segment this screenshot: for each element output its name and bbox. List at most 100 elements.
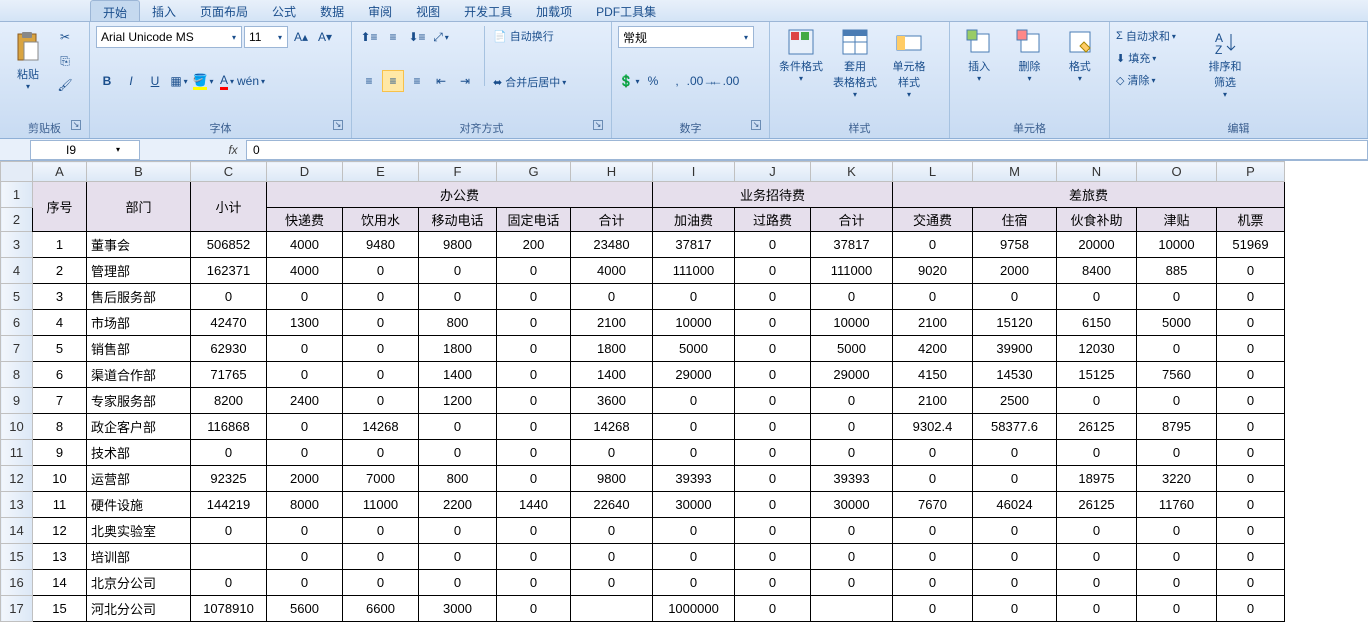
- cell[interactable]: 售后服务部: [87, 284, 191, 310]
- cell[interactable]: 14: [33, 570, 87, 596]
- cell[interactable]: 0: [735, 388, 811, 414]
- tab-视图[interactable]: 视图: [404, 0, 452, 21]
- cell[interactable]: 0: [973, 544, 1057, 570]
- cell[interactable]: 30000: [811, 492, 893, 518]
- cell[interactable]: 15125: [1057, 362, 1137, 388]
- cell[interactable]: 技术部: [87, 440, 191, 466]
- cell[interactable]: 0: [811, 414, 893, 440]
- col-header-C[interactable]: C: [191, 162, 267, 182]
- align-bottom-button[interactable]: ⬇≡: [406, 26, 428, 48]
- cell[interactable]: 0: [1217, 440, 1285, 466]
- cell[interactable]: 800: [419, 310, 497, 336]
- cell[interactable]: 运营部: [87, 466, 191, 492]
- orientation-button[interactable]: ⤢: [430, 26, 452, 48]
- cell[interactable]: 14530: [973, 362, 1057, 388]
- cell[interactable]: 0: [735, 492, 811, 518]
- cell[interactable]: 200: [497, 232, 571, 258]
- cell[interactable]: 0: [571, 544, 653, 570]
- align-left-button[interactable]: ≡: [358, 70, 380, 92]
- cell[interactable]: 0: [735, 336, 811, 362]
- row-header-14[interactable]: 14: [1, 518, 33, 544]
- cell[interactable]: 1800: [419, 336, 497, 362]
- cell[interactable]: 4200: [893, 336, 973, 362]
- cell[interactable]: 1800: [571, 336, 653, 362]
- cell[interactable]: 9758: [973, 232, 1057, 258]
- col-header-D[interactable]: D: [267, 162, 343, 182]
- cell[interactable]: 0: [1217, 284, 1285, 310]
- cell[interactable]: 11: [33, 492, 87, 518]
- cell[interactable]: 15120: [973, 310, 1057, 336]
- cell[interactable]: 162371: [191, 258, 267, 284]
- cell[interactable]: 0: [653, 414, 735, 440]
- copy-button[interactable]: ⎘: [54, 50, 76, 72]
- cell[interactable]: 1: [33, 232, 87, 258]
- cell[interactable]: 8400: [1057, 258, 1137, 284]
- cell[interactable]: 2400: [267, 388, 343, 414]
- cell[interactable]: 北奥实验室: [87, 518, 191, 544]
- decrease-decimal-button[interactable]: ←.00: [714, 70, 736, 92]
- cell[interactable]: 董事会: [87, 232, 191, 258]
- cell[interactable]: 0: [267, 544, 343, 570]
- row-header-3[interactable]: 3: [1, 232, 33, 258]
- tab-开始[interactable]: 开始: [90, 0, 140, 21]
- fx-button[interactable]: fx: [220, 143, 246, 157]
- col-header-B[interactable]: B: [87, 162, 191, 182]
- cell[interactable]: 0: [191, 570, 267, 596]
- cell[interactable]: 0: [497, 362, 571, 388]
- tab-页面布局[interactable]: 页面布局: [188, 0, 260, 21]
- cell[interactable]: 0: [343, 310, 419, 336]
- cell[interactable]: 0: [343, 440, 419, 466]
- cell[interactable]: 0: [267, 336, 343, 362]
- cell[interactable]: 北京分公司: [87, 570, 191, 596]
- cell[interactable]: 8000: [267, 492, 343, 518]
- wrap-text-button[interactable]: 📄 自动换行: [493, 26, 566, 46]
- cell[interactable]: 0: [735, 232, 811, 258]
- cell[interactable]: 0: [811, 440, 893, 466]
- row-header-10[interactable]: 10: [1, 414, 33, 440]
- cell[interactable]: 0: [1217, 544, 1285, 570]
- cell[interactable]: 6600: [343, 596, 419, 622]
- tab-数据[interactable]: 数据: [308, 0, 356, 21]
- cell[interactable]: 7: [33, 388, 87, 414]
- cell[interactable]: 0: [1217, 258, 1285, 284]
- cell[interactable]: 0: [973, 440, 1057, 466]
- col-header-I[interactable]: I: [653, 162, 735, 182]
- col-header-O[interactable]: O: [1137, 162, 1217, 182]
- row-header-15[interactable]: 15: [1, 544, 33, 570]
- align-top-button[interactable]: ⬆≡: [358, 26, 380, 48]
- cell[interactable]: 5600: [267, 596, 343, 622]
- decrease-indent-button[interactable]: ⇤: [430, 70, 452, 92]
- col-header-A[interactable]: A: [33, 162, 87, 182]
- cell[interactable]: 6150: [1057, 310, 1137, 336]
- cell[interactable]: 2100: [893, 310, 973, 336]
- cell[interactable]: 0: [1057, 596, 1137, 622]
- cell[interactable]: 62930: [191, 336, 267, 362]
- cell[interactable]: 0: [735, 362, 811, 388]
- row-header-16[interactable]: 16: [1, 570, 33, 596]
- italic-button[interactable]: I: [120, 70, 142, 92]
- cell[interactable]: 0: [653, 518, 735, 544]
- tab-审阅[interactable]: 审阅: [356, 0, 404, 21]
- chevron-down-icon[interactable]: ▾: [739, 33, 753, 42]
- cell[interactable]: 0: [343, 570, 419, 596]
- cell[interactable]: 0: [497, 388, 571, 414]
- row-header-5[interactable]: 5: [1, 284, 33, 310]
- cell[interactable]: 14268: [343, 414, 419, 440]
- select-all-corner[interactable]: [1, 162, 33, 182]
- cell[interactable]: 0: [1217, 492, 1285, 518]
- cell[interactable]: 2000: [973, 258, 1057, 284]
- cell[interactable]: 10000: [811, 310, 893, 336]
- cell[interactable]: 58377.6: [973, 414, 1057, 440]
- cell[interactable]: 0: [735, 518, 811, 544]
- row-header-13[interactable]: 13: [1, 492, 33, 518]
- cell[interactable]: 市场部: [87, 310, 191, 336]
- font-name-input[interactable]: [97, 27, 227, 47]
- cell[interactable]: 0: [811, 284, 893, 310]
- row-header-2[interactable]: 2: [1, 208, 33, 232]
- cell[interactable]: 0: [1057, 570, 1137, 596]
- row-header-12[interactable]: 12: [1, 466, 33, 492]
- cell[interactable]: 0: [571, 518, 653, 544]
- cell[interactable]: 0: [811, 570, 893, 596]
- comma-button[interactable]: ,: [666, 70, 688, 92]
- cell[interactable]: 0: [1217, 414, 1285, 440]
